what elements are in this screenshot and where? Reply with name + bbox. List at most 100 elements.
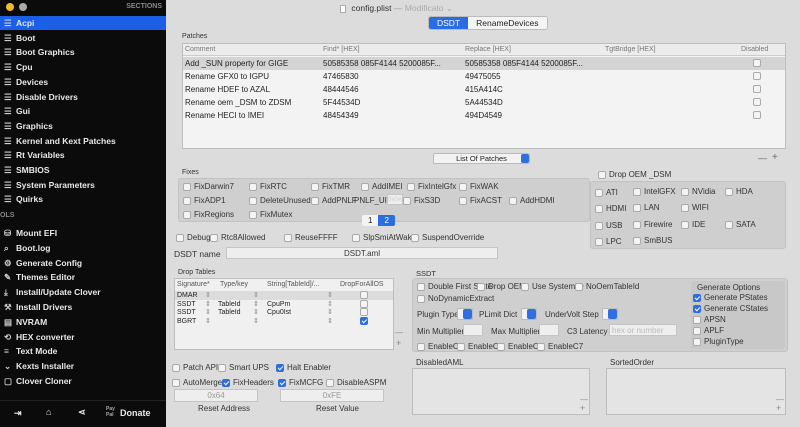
patch-disabled-checkbox[interactable] bbox=[753, 59, 761, 67]
checkbox-box[interactable] bbox=[477, 282, 485, 291]
slpsmiatwake-checkbox[interactable]: SlpSmiAtWake bbox=[352, 233, 416, 242]
sidebar-item-kernel-and-kext-patches[interactable]: ☰ Kernel and Kext Patches bbox=[0, 134, 166, 148]
checkbox-box[interactable] bbox=[210, 233, 218, 242]
checkbox-box[interactable] bbox=[352, 233, 360, 242]
checkbox-box[interactable] bbox=[222, 378, 230, 387]
max-multiplier-input[interactable] bbox=[539, 324, 559, 336]
checkbox-box[interactable] bbox=[407, 182, 415, 191]
drop-oem-intelgfx-checkbox[interactable]: IntelGFX bbox=[633, 187, 676, 196]
checkbox-box[interactable] bbox=[633, 203, 641, 212]
add-patch-button[interactable]: + bbox=[772, 152, 778, 163]
drop-oem-lan-checkbox[interactable]: LAN bbox=[633, 203, 660, 212]
checkbox-box[interactable] bbox=[725, 220, 733, 229]
window-minimize-button[interactable] bbox=[6, 3, 14, 11]
col-string[interactable]: String[TableId]/... bbox=[267, 279, 320, 290]
fix-fixwak-checkbox[interactable]: FixWAK bbox=[459, 182, 499, 191]
tool-item-generate-config[interactable]: ⚙ Generate Config bbox=[0, 256, 166, 270]
sidebar-item-graphics[interactable]: ☰ Graphics bbox=[0, 119, 166, 133]
aplf-checkbox[interactable]: APLF bbox=[693, 326, 724, 335]
page-1-button[interactable]: 1 bbox=[362, 215, 379, 226]
pnlf-uid-input[interactable]: 0x0A bbox=[387, 194, 403, 205]
share-icon[interactable]: ⋖ bbox=[78, 407, 86, 418]
c3-latency-input[interactable]: hex or number bbox=[609, 324, 677, 336]
tool-item-text-mode[interactable]: ≡ Text Mode bbox=[0, 344, 166, 358]
checkbox-box[interactable] bbox=[249, 182, 257, 191]
drop-for-all-os-checkbox[interactable] bbox=[360, 308, 368, 316]
checkbox-box[interactable] bbox=[172, 378, 180, 387]
fix-fixintelgfx-checkbox[interactable]: FixIntelGfx bbox=[407, 182, 456, 191]
col-disabled[interactable]: Disabled bbox=[741, 44, 768, 56]
tool-item-hex-converter[interactable]: ⟲ HEX converter bbox=[0, 330, 166, 344]
checkbox-box[interactable] bbox=[633, 220, 641, 229]
undervolt-step-popup[interactable] bbox=[602, 308, 618, 320]
add-disabled-aml-button[interactable]: + bbox=[580, 403, 585, 413]
checkbox-box[interactable] bbox=[595, 188, 603, 197]
checkbox-box[interactable] bbox=[575, 282, 583, 291]
drop-oem-firewire-checkbox[interactable]: Firewire bbox=[633, 220, 672, 229]
fixheaders-checkbox[interactable]: FixHeaders bbox=[222, 378, 274, 387]
drop-oem-hdmi-checkbox[interactable]: HDMI bbox=[595, 204, 626, 213]
checkbox-box[interactable] bbox=[509, 196, 517, 205]
sidebar-item-system-parameters[interactable]: ☰ System Parameters bbox=[0, 178, 166, 192]
checkbox-box[interactable] bbox=[681, 220, 689, 229]
checkbox-box[interactable] bbox=[417, 342, 425, 351]
export-icon[interactable]: ⇥ bbox=[14, 408, 22, 419]
fix-fixdarwin7-checkbox[interactable]: FixDarwin7 bbox=[183, 182, 234, 191]
tab-rename-devices[interactable]: RenameDevices bbox=[468, 17, 547, 29]
checkbox-box[interactable] bbox=[417, 294, 425, 303]
tool-item-install-update-clover[interactable]: ⤓ Install/Update Clover bbox=[0, 285, 166, 299]
checkbox-box[interactable] bbox=[361, 182, 369, 191]
tool-item-kexts-installer[interactable]: ⌄ Kexts Installer bbox=[0, 359, 166, 373]
plugintype-checkbox[interactable]: PluginType bbox=[693, 337, 744, 346]
checkbox-box[interactable] bbox=[249, 196, 257, 205]
col-signature[interactable]: Signature* bbox=[177, 279, 210, 290]
fix-addimei-checkbox[interactable]: AddIMEI bbox=[361, 182, 403, 191]
sidebar-item-smbios[interactable]: ☰ SMBIOS bbox=[0, 163, 166, 177]
window-zoom-button[interactable] bbox=[19, 3, 27, 11]
checkbox-box[interactable] bbox=[218, 363, 226, 372]
stepper-icon[interactable]: ⇕ bbox=[205, 317, 211, 326]
col-comment[interactable]: Comment bbox=[185, 44, 215, 56]
disableaspm-checkbox[interactable]: DisableASPM bbox=[326, 378, 386, 387]
checkbox-box[interactable] bbox=[459, 182, 467, 191]
checkbox-box[interactable] bbox=[595, 204, 603, 213]
checkbox-box[interactable] bbox=[403, 196, 411, 205]
min-multiplier-input[interactable] bbox=[463, 324, 483, 336]
checkbox-box[interactable] bbox=[176, 233, 184, 242]
tool-item-themes-editor[interactable]: ✎ Themes Editor bbox=[0, 270, 166, 284]
tool-item-clover-cloner[interactable]: ▢ Clover Cloner bbox=[0, 374, 166, 388]
fix-fixmutex-checkbox[interactable]: FixMutex bbox=[249, 210, 292, 219]
dsdt-name-input[interactable]: DSDT.aml bbox=[226, 247, 498, 259]
checkbox-box[interactable] bbox=[311, 182, 319, 191]
checkbox-box[interactable] bbox=[595, 221, 603, 230]
checkbox-box[interactable] bbox=[183, 210, 191, 219]
col-replace[interactable]: Replace [HEX] bbox=[465, 44, 511, 56]
checkbox-box[interactable] bbox=[311, 196, 319, 205]
fix-fixacst-checkbox[interactable]: FixACST bbox=[459, 196, 502, 205]
checkbox-box[interactable] bbox=[693, 304, 701, 313]
checkbox-box[interactable] bbox=[417, 282, 425, 291]
tool-item-mount-efi[interactable]: ⛁ Mount EFI bbox=[0, 226, 166, 240]
drop-for-all-os-checkbox[interactable] bbox=[360, 299, 368, 308]
modified-status[interactable]: Modificato ⌄ bbox=[405, 3, 453, 13]
checkbox-box[interactable] bbox=[284, 233, 292, 242]
fixmcfg-checkbox[interactable]: FixMCFG bbox=[278, 378, 323, 387]
checkbox-box[interactable] bbox=[276, 363, 284, 372]
list-of-patches-popup[interactable]: List Of Patches bbox=[433, 153, 530, 164]
checkbox-box[interactable] bbox=[497, 342, 505, 351]
plugin-type-popup[interactable] bbox=[457, 308, 473, 320]
reset-value-input[interactable]: 0xFE bbox=[280, 389, 384, 402]
patch-apic-checkbox[interactable]: Patch APIC bbox=[172, 363, 224, 372]
col-type-key[interactable]: Type/key bbox=[220, 279, 248, 290]
patch-row[interactable]: Rename HECI to IMEI 48454349 494D4549 bbox=[183, 109, 785, 122]
checkbox-box[interactable] bbox=[521, 282, 529, 291]
drop-oem-checkbox[interactable]: Drop OEM bbox=[477, 282, 526, 291]
drop-oem-dsm-checkbox[interactable]: Drop OEM _DSM bbox=[598, 170, 671, 179]
fix-fixs3d-checkbox[interactable]: FixS3D bbox=[403, 196, 440, 205]
enablec7-checkbox[interactable]: EnableC7 bbox=[537, 342, 583, 351]
plimit-dict-popup[interactable] bbox=[521, 308, 537, 320]
page-2-button[interactable]: 2 bbox=[378, 215, 395, 226]
fix-fixrtc-checkbox[interactable]: FixRTC bbox=[249, 182, 287, 191]
checkbox-box[interactable] bbox=[595, 237, 603, 246]
drop-oem-usb-checkbox[interactable]: USB bbox=[595, 221, 622, 230]
